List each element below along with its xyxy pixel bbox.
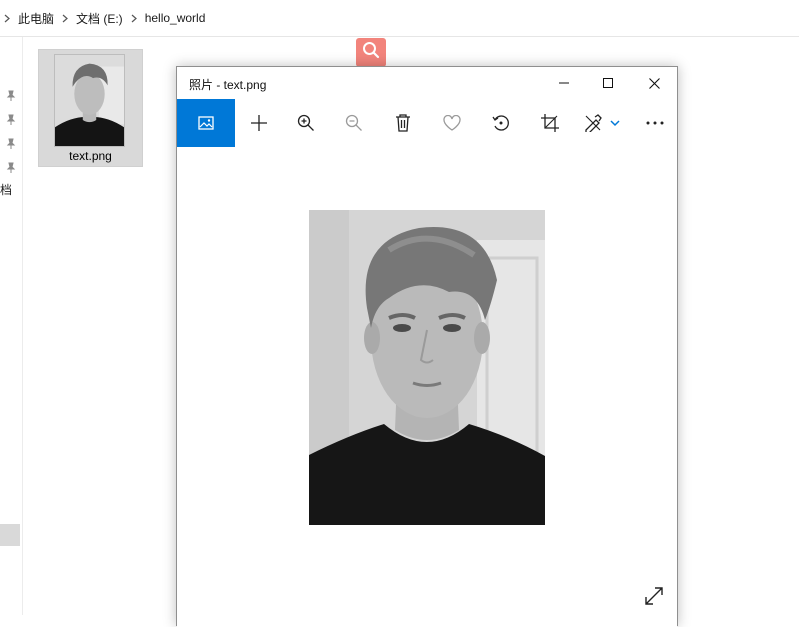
close-button[interactable]	[631, 67, 677, 99]
more-icon	[646, 121, 664, 125]
zoom-out-icon	[345, 114, 362, 131]
image-viewer-area[interactable]	[177, 147, 677, 627]
fullscreen-button[interactable]	[641, 583, 667, 609]
zoom-in-button[interactable]	[282, 99, 330, 147]
file-item-text-png[interactable]: text.png	[38, 49, 143, 167]
image-icon	[198, 116, 214, 130]
minimize-button[interactable]	[541, 67, 587, 99]
crop-icon	[541, 114, 559, 132]
chevron-right-icon[interactable]	[127, 14, 141, 23]
pin-icon[interactable]	[5, 137, 17, 149]
crop-button[interactable]	[526, 99, 574, 147]
search-icon	[362, 41, 380, 64]
plus-icon	[251, 115, 267, 131]
close-icon	[648, 77, 660, 89]
expand-icon	[645, 587, 663, 605]
breadcrumb-documents[interactable]: 文档 (E:)	[72, 8, 127, 28]
delete-icon	[396, 114, 410, 132]
search-button[interactable]	[356, 38, 386, 67]
heart-icon	[443, 115, 461, 131]
image-view-button[interactable]	[177, 99, 235, 147]
minimize-icon	[559, 82, 569, 84]
edit-icon	[585, 114, 602, 132]
nav-item-selected[interactable]	[0, 524, 20, 546]
displayed-photo	[309, 210, 545, 525]
file-thumbnail	[54, 54, 125, 147]
window-titlebar[interactable]: 照片 - text.png	[177, 67, 677, 99]
rotate-button[interactable]	[477, 99, 525, 147]
pin-icon[interactable]	[5, 161, 17, 173]
pin-icon[interactable]	[5, 113, 17, 125]
address-breadcrumb: 此电脑 文档 (E:) hello_world	[0, 0, 799, 37]
maximize-icon	[603, 78, 613, 88]
rotate-icon	[492, 115, 509, 131]
chevron-down-icon	[610, 120, 620, 127]
pin-icon[interactable]	[5, 89, 17, 101]
photos-toolbar	[177, 99, 677, 147]
zoom-out-button[interactable]	[330, 99, 378, 147]
breadcrumb-hello-world[interactable]: hello_world	[141, 8, 210, 28]
delete-button[interactable]	[379, 99, 427, 147]
photos-app-window: 照片 - text.png	[176, 66, 678, 627]
favorite-button[interactable]	[428, 99, 476, 147]
add-button[interactable]	[235, 99, 283, 147]
edit-dropdown-button[interactable]	[575, 99, 629, 147]
nav-item-partial-label[interactable]: 档	[0, 181, 12, 198]
more-options-button[interactable]	[631, 99, 679, 147]
maximize-button[interactable]	[585, 67, 631, 99]
chevron-right-icon[interactable]	[0, 14, 14, 23]
window-title: 照片 - text.png	[189, 78, 267, 92]
breadcrumb-this-pc[interactable]: 此电脑	[14, 8, 58, 28]
zoom-in-icon	[297, 114, 314, 131]
navigation-pane: 档	[0, 37, 23, 615]
file-name-label: text.png	[69, 149, 112, 163]
chevron-right-icon[interactable]	[58, 14, 72, 23]
